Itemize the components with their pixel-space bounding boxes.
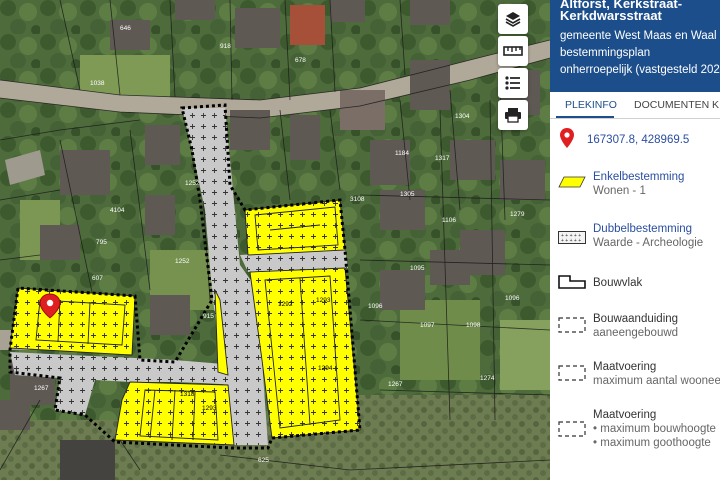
yellow-parallelogram-icon: [558, 176, 586, 188]
parcel-number: 607: [92, 275, 103, 282]
info-panel: Altforst, Kerkstraat- Kerkdwarsstraat ge…: [550, 0, 720, 480]
legend-bullet-text: maximum bouwhoogte: [600, 423, 716, 435]
dashed-box-icon: [558, 421, 586, 437]
parcel-number: 1305: [400, 191, 415, 198]
tab-documenten[interactable]: DOCUMENTEN: [634, 99, 709, 111]
legend-title[interactable]: Enkelbestemming: [593, 170, 684, 184]
parcel-number: 1267: [388, 381, 403, 388]
legend-title: Bouwvlak: [593, 277, 643, 289]
parcel-number: 1293: [316, 297, 331, 304]
parcel-number: 1096: [368, 303, 383, 310]
parcel-number: 1292: [278, 301, 293, 308]
parcel-number: 1038: [90, 80, 105, 87]
parcel-number: 1317: [435, 155, 450, 162]
coordinates[interactable]: 167307.8, 428969.5: [587, 133, 689, 147]
outline-shape-icon: [558, 275, 586, 289]
list-icon: [505, 76, 520, 90]
tab-k[interactable]: K: [712, 99, 719, 111]
legend-title: Maatvoering: [593, 361, 657, 373]
parcel-number: 915: [203, 313, 214, 320]
parcel-number: 1095: [410, 265, 425, 272]
legend-button[interactable]: [498, 68, 528, 98]
municipality: gemeente West Maas en Waal: [560, 30, 717, 42]
plan-title-line2: Kerkdwarsstraat: [560, 8, 662, 23]
parcel-number: 678: [295, 57, 306, 64]
parcel-number: 1267: [34, 385, 49, 392]
layers-icon: [505, 12, 521, 27]
parcel-number: 646: [120, 25, 131, 32]
plan-status: onherroepelijk (vastgesteld 2023-0: [560, 64, 720, 76]
parcel-number: 625: [258, 457, 269, 464]
dashed-box-icon: [558, 365, 586, 381]
active-tab-indicator: [556, 116, 614, 118]
parcel-number: 918: [220, 43, 231, 50]
panel-header: Altforst, Kerkstraat- Kerkdwarsstraat ge…: [550, 0, 720, 92]
legend-subtitle: aaneengebouwd: [593, 327, 679, 339]
legend-title[interactable]: Dubbelbestemming: [593, 222, 692, 236]
parcel-number: 1096: [505, 295, 520, 302]
legend-subtitle: Waarde - Archeologie: [593, 237, 704, 249]
map-view[interactable]: 646 918 678 1304 1305 1252 3108 1317 118…: [0, 0, 550, 480]
plan-type: bestemmingsplan: [560, 47, 651, 59]
parcel-number: 1098: [466, 322, 481, 329]
legend-subtitle: Wonen - 1: [593, 185, 646, 197]
print-button[interactable]: [498, 100, 528, 130]
measure-button[interactable]: [498, 36, 528, 66]
parcel-number: 1252: [185, 180, 200, 187]
tab-bar: PLEKINFO DOCUMENTEN K: [550, 92, 720, 119]
parcel-number: 1106: [442, 217, 456, 224]
parcel-number: 1304: [455, 113, 470, 120]
plus-grid-icon: + + + + ++ + + + +: [558, 231, 586, 244]
parcel-number: 1293: [202, 405, 217, 412]
legend-bullet: • maximum bouwhoogte: [593, 423, 716, 435]
printer-icon: [505, 108, 521, 123]
legend-bullet-text: maximum goothoogte: [600, 437, 711, 449]
ruler-icon: [503, 46, 523, 56]
parcel-number: 795: [96, 239, 107, 246]
tab-plekinfo[interactable]: PLEKINFO: [565, 99, 617, 111]
parcel-number: 1252: [175, 258, 190, 265]
layers-button[interactable]: [498, 4, 528, 34]
parcel-number: 3108: [350, 196, 365, 203]
parcel-number: 1294: [318, 365, 333, 372]
svg-text:+ + + + +: + + + + +: [561, 238, 581, 244]
parcel-number: 1318: [180, 391, 195, 398]
parcel-number: 1184: [395, 150, 409, 157]
legend-subtitle: maximum aantal wooneen: [593, 375, 720, 387]
parcel-number: 1279: [510, 211, 525, 218]
legend-title: Bouwaanduiding: [593, 313, 679, 325]
parcel-number: 1097: [420, 322, 435, 329]
location-pin-icon: [560, 128, 574, 148]
legend-bullet: • maximum goothoogte: [593, 437, 711, 449]
dashed-box-icon: [558, 317, 586, 333]
legend-title: Maatvoering: [593, 409, 657, 421]
parcel-number: 4104: [110, 207, 125, 214]
parcel-number: 1274: [480, 375, 495, 382]
